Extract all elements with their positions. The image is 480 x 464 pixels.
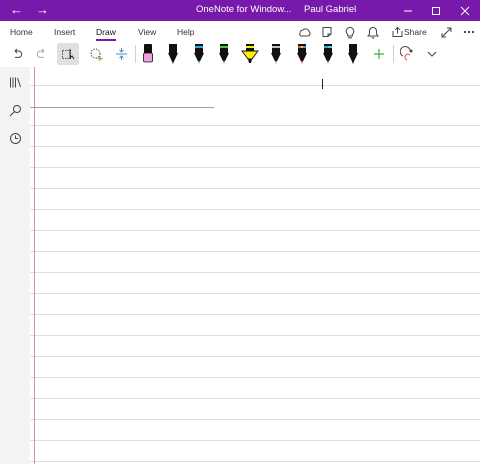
add-pen-icon[interactable] [370,43,388,65]
tab-view[interactable]: View [138,27,156,37]
pen-ocean-icon[interactable] [320,43,336,65]
page-margin-line [34,67,35,464]
tab-home[interactable]: Home [10,27,33,37]
share-button[interactable]: Share [404,27,427,37]
back-arrow-icon[interactable]: ← [10,2,23,18]
pen-black-2-icon[interactable] [345,43,361,65]
notebook-icon[interactable] [319,24,335,40]
forward-arrow-icon[interactable]: → [36,2,49,18]
eraser-icon[interactable] [140,43,156,65]
draw-ribbon [0,41,480,68]
recent-icon[interactable] [5,128,25,148]
lightbulb-icon[interactable] [342,24,358,40]
highlighter-yellow-icon[interactable] [240,43,260,65]
title-bar: ← → OneNote for Window... Paul Gabriel [0,0,480,21]
more-icon[interactable] [461,24,477,40]
tab-help[interactable]: Help [177,27,194,37]
tab-insert[interactable]: Insert [54,27,75,37]
insert-space-icon[interactable] [111,43,131,65]
pen-green-icon[interactable] [216,43,232,65]
pen-black-icon[interactable] [165,43,181,65]
pen-blue-icon[interactable] [191,43,207,65]
lasso-ink-icon[interactable] [85,43,107,65]
text-cursor [322,79,323,89]
pen-silver-icon[interactable] [268,43,284,65]
expand-icon[interactable] [438,24,454,40]
ribbon-divider [135,45,136,63]
minimize-icon[interactable] [394,0,422,21]
user-name[interactable]: Paul Gabriel [304,4,356,15]
undo-icon[interactable] [8,43,26,65]
ribbon-divider-2 [393,45,394,63]
maximize-icon[interactable] [422,0,450,21]
tab-draw[interactable]: Draw [96,27,116,41]
share-icon[interactable] [389,24,405,40]
close-icon[interactable] [451,0,479,21]
search-icon[interactable] [5,100,25,120]
chevron-down-icon[interactable] [424,43,440,65]
sticky-notes-icon[interactable] [296,24,312,40]
ink-to-shape-icon[interactable] [397,43,417,65]
bell-icon[interactable] [365,24,381,40]
redo-icon[interactable] [33,43,51,65]
page-title-underline [30,107,214,108]
notebooks-icon[interactable] [5,72,25,92]
pen-galaxy-icon[interactable] [294,43,310,65]
nav-sidebar [0,67,30,464]
window-title: OneNote for Window... [196,4,292,15]
lasso-select-icon[interactable] [57,43,79,65]
note-page-canvas[interactable] [30,67,480,464]
